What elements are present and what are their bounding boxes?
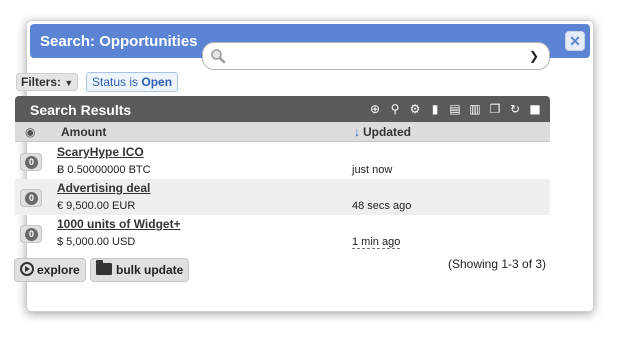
explore-button[interactable]: explore bbox=[14, 258, 86, 282]
count-badge[interactable]: 0 bbox=[20, 189, 42, 207]
refresh-icon[interactable]: ↻ bbox=[508, 101, 522, 117]
column-amount[interactable]: Amount bbox=[61, 125, 106, 139]
count-badge-value: 0 bbox=[25, 228, 38, 241]
search-box[interactable]: ❯ bbox=[202, 42, 550, 70]
status-filter-chip[interactable]: Status is Open bbox=[86, 72, 179, 92]
results-title: Search Results bbox=[30, 102, 132, 118]
copy-icon[interactable]: ❐ bbox=[488, 101, 502, 117]
count-badge[interactable]: 0 bbox=[20, 225, 42, 243]
settings-icon[interactable]: ⚙ bbox=[408, 101, 422, 117]
eye-icon[interactable]: ◉ bbox=[25, 125, 35, 139]
opportunity-link[interactable]: ScaryHype ICO bbox=[57, 145, 144, 159]
status-filter-value: Open bbox=[141, 75, 173, 89]
count-badge-value: 0 bbox=[25, 192, 38, 205]
table-row: 0 ScaryHype ICO Ƀ 0.50000000 BTC just no… bbox=[15, 143, 550, 179]
export-icon[interactable]: ▤ bbox=[448, 101, 462, 117]
opportunity-link[interactable]: 1000 units of Widget+ bbox=[57, 217, 181, 231]
import-icon[interactable]: ▥ bbox=[468, 101, 482, 117]
search-icon bbox=[211, 49, 226, 64]
results-header: Search Results ⊕ ⚲ ⚙ ▮ ▤ ▥ ❐ ↻ ■ bbox=[15, 96, 550, 122]
explore-label: explore bbox=[37, 263, 80, 277]
folder-icon bbox=[96, 260, 112, 275]
opportunity-amount: Ƀ 0.50000000 BTC bbox=[57, 164, 151, 176]
column-header-row: ◉ Amount ↓ Updated bbox=[15, 122, 550, 142]
opportunity-updated: 48 secs ago bbox=[352, 200, 412, 212]
filters-button[interactable]: Filters: ▼ bbox=[16, 73, 79, 91]
chevron-down-icon: ▼ bbox=[64, 78, 74, 88]
bulk-update-button[interactable]: bulk update bbox=[90, 258, 190, 282]
stop-icon[interactable]: ■ bbox=[528, 101, 542, 117]
table-row: 0 1000 units of Widget+ $ 5,000.00 USD 1… bbox=[15, 215, 550, 251]
status-filter-prefix: Status is bbox=[92, 75, 139, 89]
bulk-update-label: bulk update bbox=[116, 263, 184, 277]
table-row: 0 Advertising deal € 9,500.00 EUR 48 sec… bbox=[15, 179, 550, 215]
search-input[interactable] bbox=[231, 46, 511, 66]
add-icon[interactable]: ⊕ bbox=[368, 101, 382, 117]
results-count: (Showing 1-3 of 3) bbox=[448, 257, 547, 271]
opportunity-updated: just now bbox=[352, 164, 393, 176]
filters-label: Filters: bbox=[21, 75, 62, 89]
search-icon[interactable]: ⚲ bbox=[388, 101, 402, 117]
count-badge[interactable]: 0 bbox=[20, 153, 42, 171]
sort-icon: ↓ bbox=[354, 125, 360, 139]
opportunity-link[interactable]: Advertising deal bbox=[57, 181, 150, 195]
dialog-title: Search: Opportunities bbox=[40, 33, 198, 50]
play-circle-icon bbox=[20, 262, 34, 276]
chart-icon[interactable]: ▮ bbox=[428, 101, 442, 117]
chevron-down-icon[interactable]: ❯ bbox=[529, 49, 539, 63]
opportunity-amount: $ 5,000.00 USD bbox=[57, 236, 136, 248]
close-icon: ✕ bbox=[569, 33, 581, 49]
count-badge-value: 0 bbox=[25, 156, 38, 169]
column-updated-label: Updated bbox=[363, 125, 411, 139]
column-updated[interactable]: ↓ Updated bbox=[354, 125, 411, 139]
close-button[interactable]: ✕ bbox=[565, 31, 585, 51]
results-toolbar: ⊕ ⚲ ⚙ ▮ ▤ ▥ ❐ ↻ ■ bbox=[368, 101, 542, 117]
opportunity-amount: € 9,500.00 EUR bbox=[57, 200, 136, 212]
opportunity-updated: 1 min ago bbox=[352, 236, 401, 249]
